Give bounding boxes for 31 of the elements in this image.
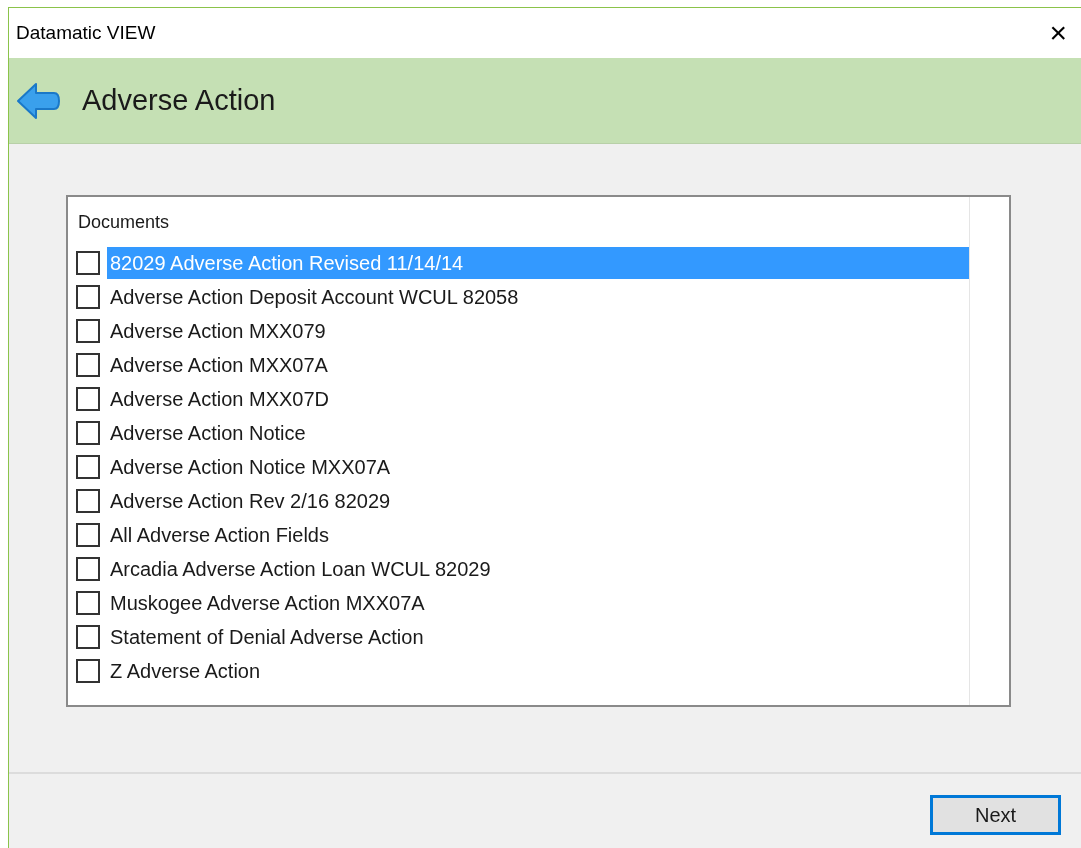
checkbox[interactable]: [76, 353, 100, 377]
checkbox[interactable]: [76, 625, 100, 649]
checkbox[interactable]: [76, 387, 100, 411]
checkbox[interactable]: [76, 591, 100, 615]
next-button[interactable]: Next: [930, 795, 1061, 835]
document-item[interactable]: Adverse Action MXX079: [107, 315, 969, 347]
page-title: Adverse Action: [82, 82, 276, 118]
document-item[interactable]: Statement of Denial Adverse Action: [107, 621, 969, 653]
checkbox[interactable]: [76, 319, 100, 343]
document-item[interactable]: Adverse Action Deposit Account WCUL 82058: [107, 281, 969, 313]
document-item[interactable]: Adverse Action MXX07D: [107, 383, 969, 415]
checkbox[interactable]: [76, 455, 100, 479]
checkbox[interactable]: [76, 523, 100, 547]
close-button[interactable]: ×: [1045, 18, 1071, 48]
document-item[interactable]: Muskogee Adverse Action MXX07A: [107, 587, 969, 619]
checkbox[interactable]: [76, 251, 100, 275]
document-item[interactable]: Z Adverse Action: [107, 655, 969, 687]
checkbox[interactable]: [76, 285, 100, 309]
document-item[interactable]: Adverse Action Notice MXX07A: [107, 451, 969, 483]
back-arrow-icon[interactable]: [16, 81, 60, 120]
checkbox[interactable]: [76, 421, 100, 445]
checkbox[interactable]: [76, 659, 100, 683]
document-item[interactable]: Adverse Action MXX07A: [107, 349, 969, 381]
column-header: Documents: [77, 211, 171, 234]
document-item[interactable]: Adverse Action Notice: [107, 417, 969, 449]
checkbox[interactable]: [76, 557, 100, 581]
checkbox[interactable]: [76, 489, 100, 513]
document-item[interactable]: All Adverse Action Fields: [107, 519, 969, 551]
window-title: Datamatic VIEW: [16, 20, 156, 45]
document-item[interactable]: Adverse Action Rev 2/16 82029: [107, 485, 969, 517]
document-item[interactable]: Arcadia Adverse Action Loan WCUL 82029: [107, 553, 969, 585]
